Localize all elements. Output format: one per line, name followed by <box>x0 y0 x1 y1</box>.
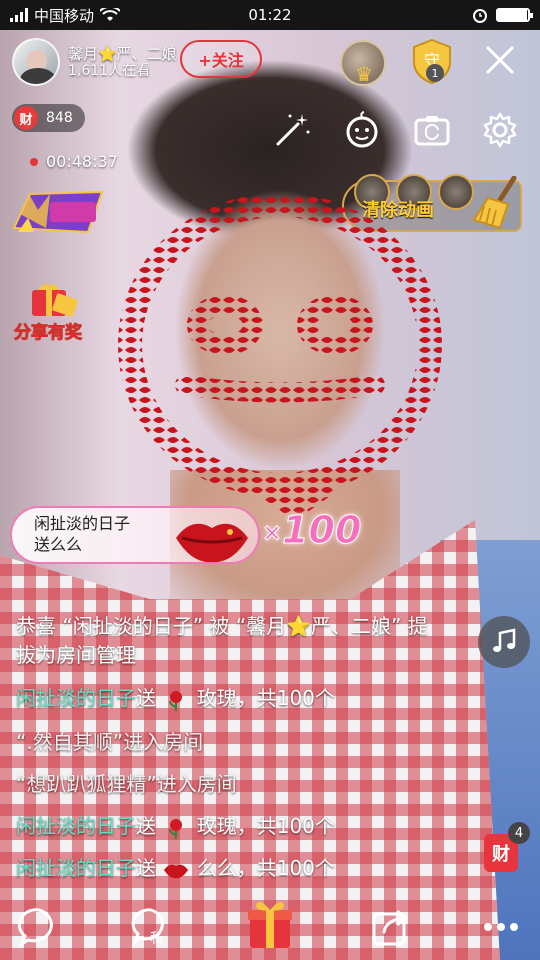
gift-count-prefix: × <box>261 518 283 547</box>
private-chat-label: 私 <box>150 931 164 947</box>
chat-user-name[interactable]: 闲扯淡的日子 <box>16 814 136 838</box>
wealth-badge[interactable]: 财 848 <box>12 104 85 132</box>
wealth-icon: 财 <box>14 106 38 130</box>
chat-verb: 送 <box>136 686 156 710</box>
chat-message-enter: “.然自其顺”进入房间 <box>16 728 446 757</box>
chat-system-text: 恭喜 “闲扯淡的日子” 被 “馨月⭐严、二娘” 提拔为房间管理 <box>16 614 428 667</box>
wealth-value: 848 <box>46 110 73 126</box>
signal-icon <box>10 8 28 22</box>
gift-count-value: 100 <box>282 508 362 553</box>
timer-value: 00:48:37 <box>46 152 118 171</box>
live-timer: 00:48:37 <box>30 152 118 171</box>
chat-message-enter: “想趴趴狐狸精”进入房间 <box>16 770 446 799</box>
wifi-icon <box>100 8 121 21</box>
chat-user-name[interactable]: 闲扯淡的日子 <box>16 856 136 880</box>
chat-message-gift: 闲扯淡的日子送 么么，共100个 <box>16 854 446 883</box>
battery-level <box>498 10 527 20</box>
carrier-name: 中国移动 <box>34 6 95 25</box>
chat-verb: 送 <box>136 814 156 838</box>
lips-gift-icon <box>176 523 248 563</box>
gift-box-icon[interactable] <box>246 896 294 950</box>
host-info-card[interactable]: 馨月⭐严、二娘 1,611人在看 <box>12 38 177 86</box>
share-icon[interactable] <box>370 906 412 948</box>
chat-gift-tail: 玫瑰，共100个 <box>190 814 335 838</box>
share-reward-label[interactable]: 分享有奖 <box>14 318 83 344</box>
wealth-bag-count: 4 <box>508 822 530 844</box>
close-icon[interactable] <box>480 40 520 80</box>
recording-dot-icon <box>30 157 38 166</box>
magic-wand-icon[interactable] <box>272 110 312 150</box>
beauty-face-icon[interactable] <box>342 110 382 150</box>
chat-enter-text: “.然自其顺”进入房间 <box>16 730 204 754</box>
guard-count-badge: 1 <box>426 64 444 82</box>
viewer-count: 1,611人在看 <box>68 62 151 79</box>
gift-count: ×100 <box>261 508 362 553</box>
follow-button[interactable]: +关注 <box>180 40 262 78</box>
chat-gift-tail: 么么，共100个 <box>190 856 335 880</box>
crown-icon: ♛ <box>355 62 373 86</box>
chat-gift-tail: 玫瑰，共100个 <box>190 686 335 710</box>
settings-gear-icon[interactable] <box>480 110 520 150</box>
carrier-group: 中国移动 <box>10 5 121 26</box>
more-options-icon[interactable] <box>480 906 522 948</box>
host-name: 馨月⭐严、二娘 <box>68 44 177 63</box>
music-note-icon <box>493 628 516 652</box>
broom-icon <box>472 176 517 230</box>
chat-message-system: 恭喜 “闲扯淡的日子” 被 “馨月⭐严、二娘” 提拔为房间管理 <box>16 612 446 670</box>
status-right-group <box>472 7 533 23</box>
chat-message-gift: 闲扯淡的日子送 玫瑰，共100个 <box>16 812 446 841</box>
music-button[interactable] <box>478 616 530 668</box>
chat-enter-text: “想趴趴狐狸精”进入房间 <box>16 772 237 796</box>
rose-icon <box>169 818 183 839</box>
dance-show-icon[interactable] <box>10 188 106 238</box>
alarm-icon <box>473 9 487 23</box>
lips-face-animation <box>118 195 442 515</box>
chat-user-name[interactable]: 闲扯淡的日子 <box>16 686 136 710</box>
comment-bubble-icon[interactable] <box>18 906 60 948</box>
host-avatar[interactable] <box>12 38 60 86</box>
chat-message-gift: 闲扯淡的日子送 玫瑰，共100个 <box>16 684 446 713</box>
battery-icon <box>496 8 533 22</box>
lips-icon <box>164 864 189 878</box>
rose-icon <box>169 690 183 711</box>
chat-verb: 送 <box>136 856 156 880</box>
switch-camera-icon[interactable] <box>412 110 452 150</box>
status-bar: 中国移动 01:22 <box>0 0 540 30</box>
host-text: 馨月⭐严、二娘 1,611人在看 <box>68 45 177 80</box>
